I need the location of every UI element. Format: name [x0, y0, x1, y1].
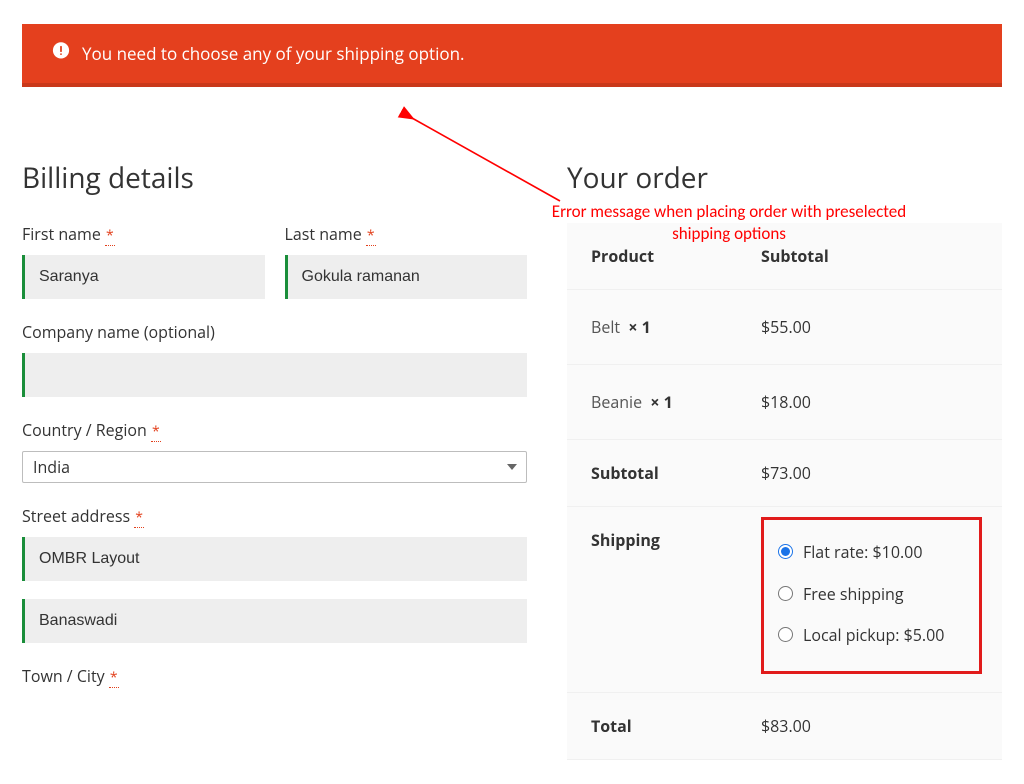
company-field[interactable]: [22, 353, 527, 397]
last-name-field[interactable]: [285, 255, 528, 299]
shipping-options-highlight: Flat rate: $10.00 Free shipping Local pi…: [761, 517, 982, 674]
shipping-option[interactable]: Free shipping: [774, 574, 969, 616]
country-label: Country / Region *: [22, 419, 527, 441]
alert-icon: [52, 41, 70, 64]
error-banner: You need to choose any of your shipping …: [22, 24, 1002, 87]
order-shipping-row: Shipping Flat rate: $10.00 Free shipping: [567, 507, 1002, 693]
order-item-row: Beanie × 1 $18.00: [567, 365, 1002, 440]
shipping-option-label: Flat rate: $10.00: [803, 542, 922, 564]
street-address-1-field[interactable]: [22, 537, 527, 581]
billing-title: Billing details: [22, 159, 527, 197]
required-marker: *: [105, 226, 115, 246]
country-select[interactable]: India: [22, 451, 527, 483]
order-subtotal-row: Subtotal $73.00: [567, 440, 1002, 507]
shipping-option[interactable]: Flat rate: $10.00: [774, 532, 969, 574]
street-label: Street address *: [22, 505, 527, 527]
first-name-field[interactable]: [22, 255, 265, 299]
shipping-radio-flat-rate[interactable]: [778, 544, 793, 559]
company-label: Company name (optional): [22, 321, 527, 343]
street-address-2-field[interactable]: [22, 599, 527, 643]
shipping-option-label: Free shipping: [803, 584, 904, 606]
required-marker: *: [151, 422, 161, 442]
required-marker: *: [366, 226, 376, 246]
order-total-row: Total $83.00: [567, 693, 1002, 760]
error-message: You need to choose any of your shipping …: [82, 42, 464, 65]
order-title: Your order: [567, 159, 1002, 197]
order-summary-table: Product Subtotal Belt × 1 $55.00 Beanie …: [567, 223, 1002, 760]
city-label: Town / City *: [22, 665, 527, 687]
shipping-option-label: Local pickup: $5.00: [803, 625, 944, 647]
order-header-product: Product: [591, 245, 761, 267]
order-item-row: Belt × 1 $55.00: [567, 290, 1002, 365]
shipping-radio-free[interactable]: [778, 586, 793, 601]
shipping-radio-local-pickup[interactable]: [778, 627, 793, 642]
required-marker: *: [109, 668, 119, 688]
shipping-option[interactable]: Local pickup: $5.00: [774, 615, 969, 657]
required-marker: *: [134, 508, 144, 528]
last-name-label: Last name *: [285, 223, 528, 245]
order-header-subtotal: Subtotal: [761, 245, 978, 267]
first-name-label: First name *: [22, 223, 265, 245]
